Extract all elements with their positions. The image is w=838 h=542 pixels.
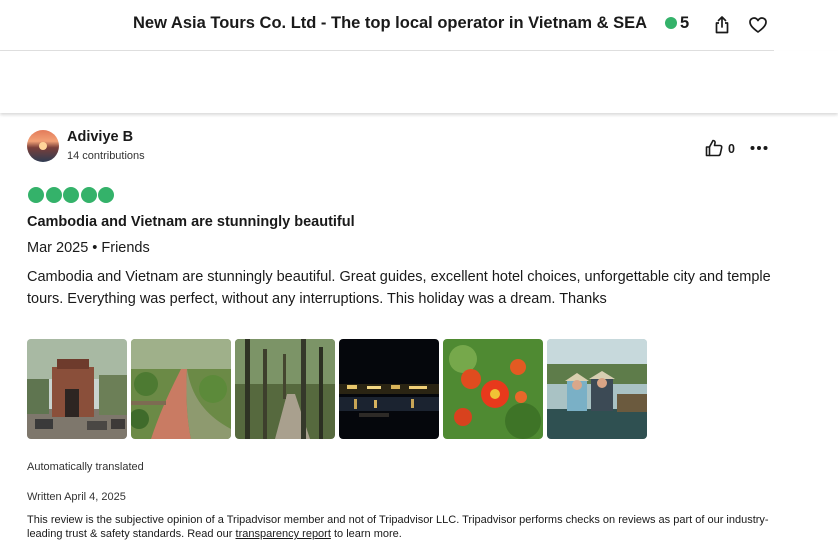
review-photos xyxy=(27,339,647,439)
rating-bubble-icon xyxy=(28,187,44,203)
sticky-header: New Asia Tours Co. Ltd - The top local o… xyxy=(0,0,774,51)
transparency-report-link[interactable]: transparency report xyxy=(236,528,331,540)
review-photo-night-river[interactable] xyxy=(339,339,439,439)
review-text: Cambodia and Vietnam are stunningly beau… xyxy=(27,269,771,307)
written-date: Written April 4, 2025 xyxy=(27,491,126,503)
auto-translated-label: Automatically translated xyxy=(27,461,144,473)
review-photo-gate[interactable] xyxy=(27,339,127,439)
rating-bubble-icon xyxy=(98,187,114,203)
review-title[interactable]: Cambodia and Vietnam are stunningly beau… xyxy=(27,214,355,230)
reviewer-contributions: 14 contributions xyxy=(67,150,145,162)
heart-icon xyxy=(749,17,767,33)
bubble-rating xyxy=(28,187,114,203)
thumbs-up-icon xyxy=(705,139,723,157)
review-photo-flowers[interactable] xyxy=(443,339,543,439)
overall-rating: 5 xyxy=(680,14,690,32)
helpful-vote-button[interactable] xyxy=(704,138,724,158)
reviewer-name[interactable]: Adiviye B xyxy=(67,129,133,145)
review-date-and-trip-type: Mar 2025 • Friends xyxy=(27,240,150,256)
blank-banner xyxy=(0,51,838,113)
rating-bubble-icon xyxy=(45,187,62,203)
avatar[interactable] xyxy=(27,130,59,162)
rating-bubble-icon xyxy=(665,17,677,29)
page-title: New Asia Tours Co. Ltd - The top local o… xyxy=(133,14,648,32)
share-button[interactable] xyxy=(712,15,732,35)
more-options-button[interactable] xyxy=(749,138,769,158)
ellipsis-icon xyxy=(750,146,768,150)
helpful-count: 0 xyxy=(728,142,735,156)
share-icon xyxy=(715,16,729,34)
disclaimer-text-end: to learn more. xyxy=(330,528,402,540)
rating-bubble-icon xyxy=(80,187,97,203)
rating-bubble-icon xyxy=(63,187,79,203)
review-photo-forest[interactable] xyxy=(235,339,335,439)
review-photo-boat[interactable] xyxy=(547,339,647,439)
review-disclaimer: This review is the subjective opinion of… xyxy=(27,513,772,541)
review-photo-garden-path[interactable] xyxy=(131,339,231,439)
save-button[interactable] xyxy=(748,15,768,35)
